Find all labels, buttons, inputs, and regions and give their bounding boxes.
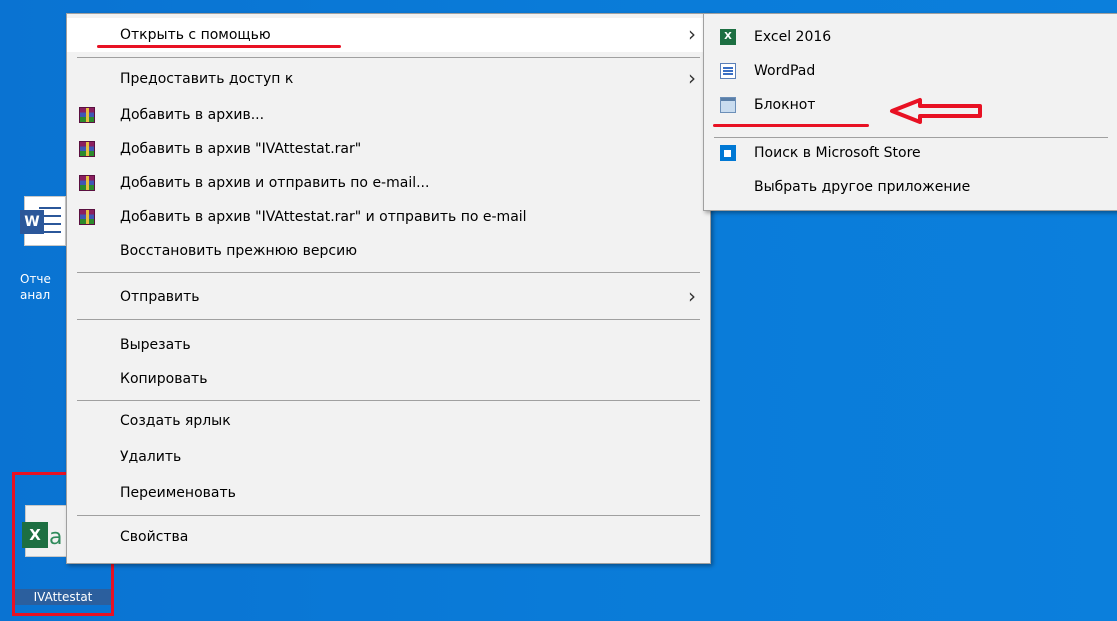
word-icon: W: [20, 210, 44, 234]
annotation-underline: [713, 124, 869, 127]
menu-item-label: Копировать: [120, 371, 208, 387]
store-icon: [720, 145, 736, 161]
context-menu: Открыть с помощью › Предоставить доступ …: [66, 13, 711, 564]
menu-item-create-shortcut[interactable]: Создать ярлык: [67, 404, 710, 438]
menu-item-label: Создать ярлык: [120, 413, 231, 429]
menu-item-add-rar-email[interactable]: Добавить в архив "IVAttestat.rar" и отпр…: [67, 200, 710, 234]
menu-item-label: Переименовать: [120, 485, 236, 501]
submenu-item-microsoft-store[interactable]: Поиск в Microsoft Store: [704, 136, 1117, 170]
excel-icon: X: [720, 29, 736, 45]
menu-separator: [77, 400, 700, 401]
menu-item-label: Предоставить доступ к: [120, 71, 294, 87]
menu-item-label: Добавить в архив...: [120, 107, 265, 123]
excel-icon: X: [22, 522, 48, 548]
submenu-item-label: Поиск в Microsoft Store: [754, 145, 921, 161]
submenu-item-label: Выбрать другое приложение: [754, 179, 971, 195]
submenu-item-wordpad[interactable]: WordPad: [704, 54, 1117, 88]
annotation-arrow-icon: [890, 98, 982, 124]
notepad-icon: [720, 97, 736, 113]
menu-item-send-to[interactable]: Отправить ›: [67, 280, 710, 314]
menu-item-properties[interactable]: Свойства: [67, 520, 710, 554]
menu-separator: [77, 515, 700, 516]
word-document-desktop-icon[interactable]: W Отче анал: [12, 188, 72, 328]
chevron-right-icon: ›: [688, 22, 696, 46]
menu-item-rename[interactable]: Переименовать: [67, 476, 710, 510]
menu-item-label: Отправить: [120, 289, 200, 305]
menu-item-label: Восстановить прежнюю версию: [120, 243, 357, 259]
menu-item-label: Удалить: [120, 449, 182, 465]
submenu-item-choose-another-app[interactable]: Выбрать другое приложение: [704, 170, 1117, 204]
winrar-icon: [79, 175, 95, 191]
menu-separator: [77, 57, 700, 58]
winrar-icon: [79, 141, 95, 157]
menu-separator: [77, 272, 700, 273]
menu-item-restore-previous-version[interactable]: Восстановить прежнюю версию: [67, 234, 710, 268]
menu-item-share[interactable]: Предоставить доступ к ›: [67, 62, 710, 96]
chevron-right-icon: ›: [688, 284, 696, 308]
menu-item-add-to-rar[interactable]: Добавить в архив "IVAttestat.rar": [67, 132, 710, 166]
winrar-icon: [79, 107, 95, 123]
menu-item-add-archive-email[interactable]: Добавить в архив и отправить по e-mail..…: [67, 166, 710, 200]
submenu-item-label: Excel 2016: [754, 29, 832, 45]
menu-item-label: Добавить в архив "IVAttestat.rar": [120, 141, 362, 157]
menu-item-add-to-archive[interactable]: Добавить в архив...: [67, 98, 710, 132]
excel-file-glyph: a: [49, 525, 63, 550]
word-icon-label: Отче анал: [20, 272, 51, 302]
menu-item-cut[interactable]: Вырезать: [67, 328, 710, 362]
winrar-icon: [79, 209, 95, 225]
menu-separator: [77, 319, 700, 320]
menu-item-label: Вырезать: [120, 337, 191, 353]
chevron-right-icon: ›: [688, 66, 696, 90]
menu-item-copy[interactable]: Копировать: [67, 362, 710, 396]
menu-item-label: Добавить в архив "IVAttestat.rar" и отпр…: [120, 209, 527, 225]
menu-item-delete[interactable]: Удалить: [67, 440, 710, 474]
submenu-item-excel[interactable]: X Excel 2016: [704, 20, 1117, 54]
wordpad-icon: [720, 63, 736, 79]
submenu-item-label: Блокнот: [754, 97, 816, 113]
menu-item-label: Добавить в архив и отправить по e-mail..…: [120, 175, 430, 191]
submenu-item-label: WordPad: [754, 63, 816, 79]
menu-item-label: Свойства: [120, 529, 189, 545]
excel-icon-label: IVAttestat: [15, 589, 111, 605]
annotation-underline: [97, 45, 341, 48]
